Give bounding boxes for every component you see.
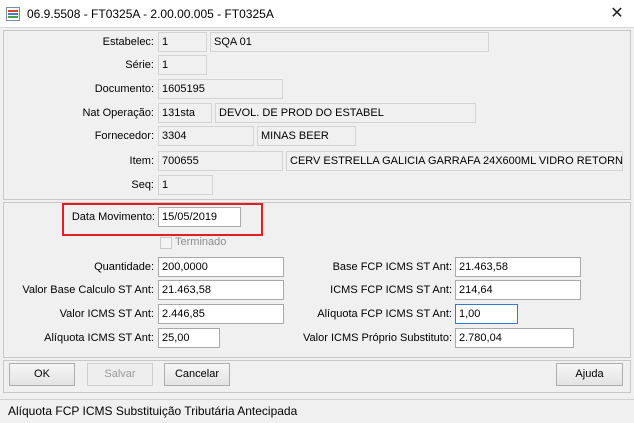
status-text: Alíquota FCP ICMS Substituição Tributári… <box>8 404 298 418</box>
base-fcp-input[interactable]: 21.463,58 <box>455 257 581 277</box>
ajuda-button[interactable]: Ajuda <box>556 363 623 386</box>
serie-label: Série: <box>125 59 154 71</box>
title-bar: 06.9.5508 - FT0325A - 2.00.00.005 - FT03… <box>0 0 634 28</box>
window-title: 06.9.5508 - FT0325A - 2.00.00.005 - FT03… <box>27 7 274 21</box>
valor-base-label: Valor Base Calculo ST Ant: <box>22 284 154 296</box>
quantidade-label: Quantidade: <box>94 261 154 273</box>
dialog-body: Estabelec: 1 SQA 01 Série: 1 Documento: … <box>0 28 634 423</box>
seq-label: Seq: <box>131 179 154 191</box>
fornecedor-label: Fornecedor: <box>94 130 154 142</box>
item-desc-field: CERV ESTRELLA GALICIA GARRAFA 24X600ML V… <box>286 151 623 171</box>
aliquota-icms-label: Alíquota ICMS ST Ant: <box>44 332 154 344</box>
estabelec-code-field: 1 <box>158 32 207 52</box>
ok-button[interactable]: OK <box>9 363 75 386</box>
estabelec-label: Estabelec: <box>102 36 154 48</box>
quantidade-input[interactable]: 200,0000 <box>158 257 284 277</box>
aliquota-icms-input[interactable]: 25,00 <box>158 328 220 348</box>
status-bar: Alíquota FCP ICMS Substituição Tributári… <box>0 399 634 423</box>
terminado-checkbox[interactable] <box>160 237 172 249</box>
salvar-button[interactable]: Salvar <box>87 363 153 386</box>
nat-operacao-label: Nat Operação: <box>82 107 154 119</box>
item-label: Item: <box>129 155 154 167</box>
item-code-field: 700655 <box>158 151 283 171</box>
terminado-label: Terminado <box>175 236 227 248</box>
valor-proprio-input[interactable]: 2.780,04 <box>455 328 574 348</box>
aliquota-fcp-input[interactable]: 1,00 <box>455 304 518 324</box>
seq-field: 1 <box>158 175 213 195</box>
data-movimento-input[interactable]: 15/05/2019 <box>158 207 241 227</box>
icms-fcp-label: ICMS FCP ICMS ST Ant: <box>330 284 452 296</box>
serie-field: 1 <box>158 55 207 75</box>
nat-operacao-code-field: 131sta <box>158 103 212 123</box>
close-icon[interactable]: ✕ <box>600 0 634 28</box>
documento-label: Documento: <box>94 83 154 95</box>
valor-icms-label: Valor ICMS ST Ant: <box>59 308 154 320</box>
base-fcp-label: Base FCP ICMS ST Ant: <box>332 261 452 273</box>
valor-base-input[interactable]: 21.463,58 <box>158 280 284 300</box>
valor-icms-input[interactable]: 2.446,85 <box>158 304 284 324</box>
fornecedor-name-field: MINAS BEER <box>257 126 356 146</box>
icms-fcp-input[interactable]: 214,64 <box>455 280 581 300</box>
data-movimento-label: Data Movimento: <box>71 211 155 223</box>
cancelar-button[interactable]: Cancelar <box>164 363 230 386</box>
documento-field: 1605195 <box>158 79 283 99</box>
nat-operacao-desc-field: DEVOL. DE PROD DO ESTABEL <box>215 103 476 123</box>
aliquota-fcp-label: Alíquota FCP ICMS ST Ant: <box>317 308 452 320</box>
estabelec-name-field: SQA 01 <box>210 32 489 52</box>
app-icon <box>6 7 20 21</box>
valor-proprio-label: Valor ICMS Próprio Substituto: <box>303 332 452 344</box>
fornecedor-code-field: 3304 <box>158 126 254 146</box>
